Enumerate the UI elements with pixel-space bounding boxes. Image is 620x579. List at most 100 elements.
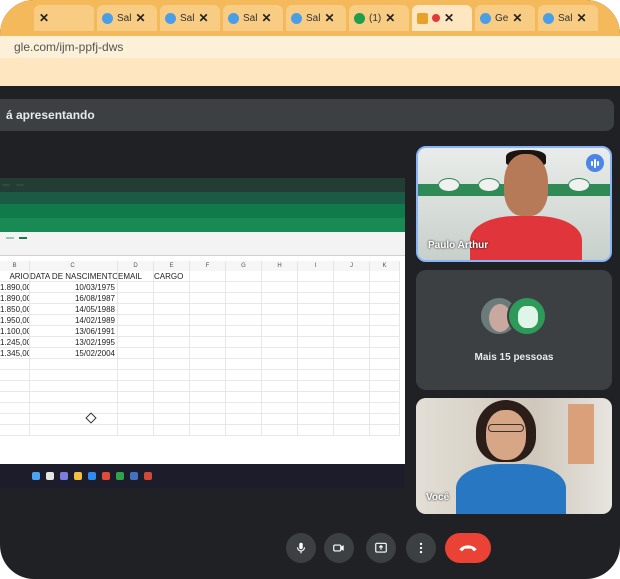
- table-row: 1.245,00 13/02/1995: [0, 337, 400, 348]
- column-letter: G: [226, 261, 262, 271]
- tab-close-icon[interactable]: ✕: [135, 11, 145, 25]
- header-cell: CARGO: [154, 271, 190, 282]
- browser-tab[interactable]: ✕: [34, 5, 94, 31]
- sheets-tab-icon: [543, 12, 554, 24]
- salary-cell: 1.890,00: [0, 282, 30, 293]
- tab-label: Sal: [558, 12, 573, 24]
- column-letter: I: [298, 261, 334, 271]
- present-button[interactable]: [366, 533, 396, 563]
- browser-tab[interactable]: Sal ✕: [538, 5, 598, 31]
- shared-tab: [16, 184, 24, 186]
- column-letter: K: [370, 261, 400, 271]
- column-letter: F: [190, 261, 226, 271]
- browser-tab[interactable]: Sal ✕: [97, 5, 157, 31]
- leave-call-button[interactable]: [445, 533, 491, 563]
- browser-tab[interactable]: Sal ✕: [223, 5, 283, 31]
- browser-tab[interactable]: Sal ✕: [286, 5, 346, 31]
- shared-title-bar: [0, 218, 405, 232]
- header-cell: ARIO: [0, 271, 30, 282]
- birth-date-cell: 13/06/1991: [30, 326, 118, 337]
- wall-logo-icon: [438, 178, 460, 192]
- phone-hangup-icon: [459, 545, 477, 552]
- mic-button[interactable]: [286, 533, 316, 563]
- camera-icon: [333, 544, 344, 552]
- column-letter: J: [334, 261, 370, 271]
- taskview-icon: [60, 472, 68, 480]
- edge-icon: [88, 472, 96, 480]
- more-options-button[interactable]: [406, 533, 436, 563]
- recording-dot-icon: [432, 14, 440, 22]
- chrome-icon: [102, 472, 110, 480]
- shared-taskbar: [0, 464, 405, 488]
- tab-close-icon[interactable]: ✕: [576, 11, 586, 25]
- shared-comments-button: [6, 237, 14, 239]
- birth-date-cell: 13/02/1995: [30, 337, 118, 348]
- tab-label: Sal: [243, 12, 258, 24]
- tab-label: Ge: [495, 12, 509, 24]
- more-participants-label: Mais 15 pessoas: [474, 352, 554, 363]
- more-vert-icon: [419, 542, 423, 554]
- column-letter: E: [154, 261, 190, 271]
- windows-start-icon: [32, 472, 40, 480]
- column-letter: D: [118, 261, 154, 271]
- self-view-tile[interactable]: Você: [416, 398, 612, 514]
- browser-tab[interactable]: Ge ✕: [475, 5, 535, 31]
- sheets-tab-icon: [291, 12, 302, 24]
- salary-cell: 1.950,00: [0, 315, 30, 326]
- whatsapp-tab-icon: [354, 12, 365, 24]
- salary-cell: 1.850,00: [0, 304, 30, 315]
- shared-screen: B C D E F G H I J K ARIO DATA DE NASCIME…: [0, 178, 405, 488]
- address-bar[interactable]: gle.com/ijm-ppfj-dws: [0, 36, 620, 58]
- column-letter: B: [0, 261, 30, 271]
- more-participants-tile[interactable]: Mais 15 pessoas: [416, 270, 612, 390]
- mic-icon: [296, 542, 306, 554]
- bookmark-bar: [0, 58, 620, 86]
- tab-close-icon[interactable]: ✕: [444, 11, 454, 25]
- table-row: 1.345,00 15/02/2004: [0, 348, 400, 359]
- camera-button[interactable]: [324, 533, 354, 563]
- shared-url-bar: [0, 192, 405, 204]
- header-row: ARIO DATA DE NASCIMENTO EMAIL CARGO: [0, 271, 400, 282]
- table-row: 1.850,00 14/05/1988: [0, 304, 400, 315]
- birth-date-cell: 14/02/1989: [30, 315, 118, 326]
- header-cell: EMAIL: [118, 271, 154, 282]
- salary-cell: 1.890,00: [0, 293, 30, 304]
- powerpoint-icon: [144, 472, 152, 480]
- tab-close-icon[interactable]: ✕: [39, 11, 49, 25]
- browser-tab-active[interactable]: ✕: [412, 5, 472, 31]
- tab-close-icon[interactable]: ✕: [512, 11, 522, 25]
- folder-icon: [74, 472, 82, 480]
- word-icon: [130, 472, 138, 480]
- shared-browser-tabs: [0, 178, 405, 192]
- tab-close-icon[interactable]: ✕: [261, 11, 271, 25]
- birth-date-cell: 10/03/1975: [30, 282, 118, 293]
- table-row: 1.890,00 16/08/1987: [0, 293, 400, 304]
- tab-close-icon[interactable]: ✕: [198, 11, 208, 25]
- tab-close-icon[interactable]: ✕: [385, 11, 395, 25]
- browser-tab[interactable]: Sal ✕: [160, 5, 220, 31]
- speaking-indicator-icon: [586, 154, 604, 172]
- self-name: Você: [426, 492, 450, 503]
- search-icon: [46, 472, 54, 480]
- table-row: 1.100,00 13/06/1991: [0, 326, 400, 337]
- sheets-tab-icon: [165, 12, 176, 24]
- browser-tab[interactable]: (1) ✕: [349, 5, 409, 31]
- tab-close-icon[interactable]: ✕: [324, 11, 334, 25]
- meet-window: ✕ Sal ✕ Sal ✕ Sal ✕ Sal ✕ (1) ✕ ✕ Ge ✕ S…: [0, 0, 620, 579]
- column-letter: C: [30, 261, 118, 271]
- excel-icon: [116, 472, 124, 480]
- shared-ribbon: [0, 232, 405, 256]
- tab-label: Sal: [180, 12, 195, 24]
- presenting-banner: á apresentando: [0, 99, 614, 131]
- tab-label: Sal: [117, 12, 132, 24]
- tab-label: Sal: [306, 12, 321, 24]
- self-video: [486, 410, 526, 460]
- wall-logo-icon: [478, 178, 500, 192]
- salary-cell: 1.245,00: [0, 337, 30, 348]
- sheets-tab-icon: [480, 12, 491, 24]
- browser-tab-bar: ✕ Sal ✕ Sal ✕ Sal ✕ Sal ✕ (1) ✕ ✕ Ge ✕ S…: [0, 0, 620, 36]
- participant-video: [504, 154, 548, 216]
- participant-tile-main[interactable]: Paulo Arthur: [416, 146, 612, 262]
- present-icon: [375, 542, 387, 553]
- header-cell: DATA DE NASCIMENTO: [30, 271, 118, 282]
